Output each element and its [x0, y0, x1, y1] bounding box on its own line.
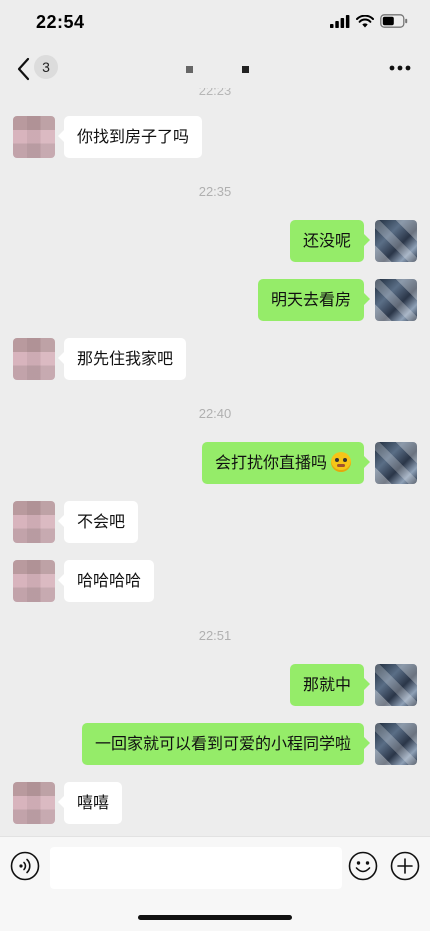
- message-bubble[interactable]: 那先住我家吧: [57, 338, 187, 380]
- message-row: 嘻嘻: [0, 782, 430, 824]
- status-bar: 22:54: [0, 0, 430, 44]
- message-row: 一回家就可以看到可爱的小程同学啦: [0, 723, 430, 765]
- message-bubble[interactable]: 哈哈哈哈: [57, 560, 155, 602]
- message-row: 还没呢: [0, 220, 430, 262]
- timestamp: 22:40: [198, 406, 232, 421]
- status-time: 22:54: [36, 12, 85, 32]
- message-bubble[interactable]: 还没呢: [289, 220, 371, 262]
- message-row: 会打扰你直播吗: [0, 442, 430, 484]
- timestamp: 22:51: [198, 628, 232, 643]
- plus-icon[interactable]: [390, 851, 420, 881]
- avatar[interactable]: [13, 501, 55, 543]
- avatar[interactable]: [13, 338, 55, 380]
- message-row: 哈哈哈哈: [0, 560, 430, 602]
- message-text: 会打扰你直播吗: [214, 453, 327, 472]
- message-bubble[interactable]: 不会吧: [57, 501, 139, 543]
- timestamp: 22:35: [198, 184, 232, 199]
- message-row: 你找到房子了吗: [0, 116, 430, 158]
- wifi-icon: [356, 14, 374, 27]
- avatar[interactable]: [13, 782, 55, 824]
- nav-bar: 3: [0, 44, 430, 94]
- voice-icon[interactable]: [10, 851, 40, 881]
- flushed-emoji-icon: [331, 451, 351, 472]
- message-row: 那就中: [0, 664, 430, 706]
- battery-icon: [380, 14, 408, 28]
- avatar[interactable]: [375, 723, 417, 765]
- chat-message-list[interactable]: 22:23 你找到房子了吗 22:35 还没呢 明天去看房 那先住我家吧 22:…: [0, 88, 430, 836]
- message-bubble[interactable]: 明天去看房: [257, 279, 371, 321]
- chat-title-redacted: [242, 66, 249, 73]
- chevron-left-icon[interactable]: [14, 56, 34, 82]
- message-row: 那先住我家吧: [0, 338, 430, 380]
- avatar[interactable]: [13, 116, 55, 158]
- chat-title-redacted: [186, 66, 193, 73]
- avatar[interactable]: [375, 664, 417, 706]
- signal-icon: [330, 14, 350, 28]
- message-row: 明天去看房: [0, 279, 430, 321]
- message-bubble[interactable]: 一回家就可以看到可爱的小程同学啦: [81, 723, 371, 765]
- avatar[interactable]: [13, 560, 55, 602]
- message-bubble[interactable]: 那就中: [289, 664, 371, 706]
- message-bubble[interactable]: 会打扰你直播吗: [201, 442, 371, 484]
- message-bubble[interactable]: 你找到房子了吗: [57, 116, 203, 158]
- message-row: 不会吧: [0, 501, 430, 543]
- timestamp: 22:23: [198, 88, 232, 98]
- avatar[interactable]: [375, 220, 417, 262]
- emoji-icon[interactable]: [348, 851, 378, 881]
- message-input[interactable]: [50, 847, 342, 889]
- message-bubble[interactable]: 嘻嘻: [57, 782, 123, 824]
- unread-count-badge: 3: [34, 55, 58, 79]
- more-dots-icon[interactable]: [388, 60, 412, 76]
- avatar[interactable]: [375, 279, 417, 321]
- status-icons: [330, 14, 408, 28]
- avatar[interactable]: [375, 442, 417, 484]
- home-indicator: [138, 915, 292, 920]
